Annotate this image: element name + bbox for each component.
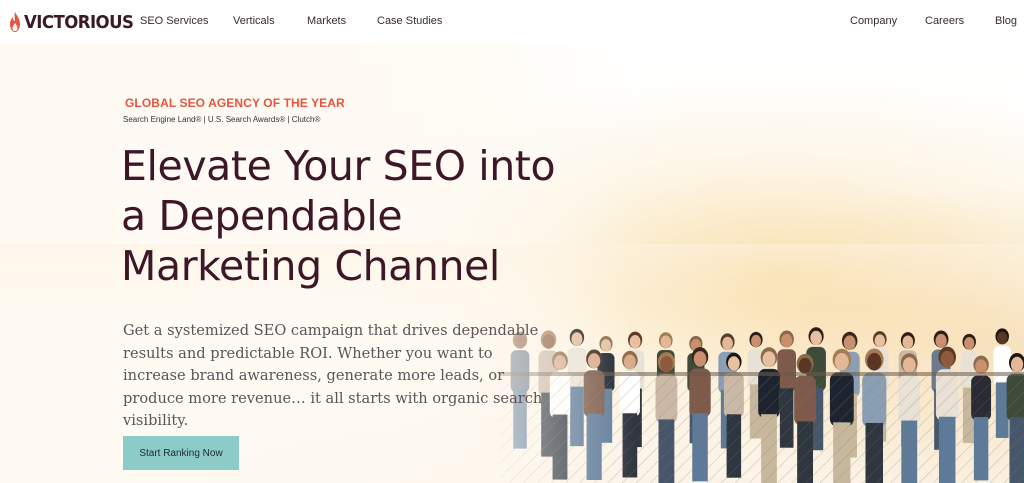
start-ranking-button[interactable]: Start Ranking Now xyxy=(123,436,239,470)
hero-headline: Elevate Your SEO into a Dependable Marke… xyxy=(121,141,591,291)
hero-section: GLOBAL SEO AGENCY OF THE YEAR Search Eng… xyxy=(0,44,1024,483)
headline-line-3: Marketing Channel xyxy=(121,242,500,290)
award-eyebrow: GLOBAL SEO AGENCY OF THE YEAR xyxy=(125,96,345,110)
nav-case-studies[interactable]: Case Studies xyxy=(377,15,442,27)
nav-careers[interactable]: Careers xyxy=(925,15,964,27)
headline-line-1: Elevate Your SEO into xyxy=(121,142,556,190)
award-sources: Search Engine Land® | U.S. Search Awards… xyxy=(123,115,321,124)
hero-description: Get a systemized SEO campaign that drive… xyxy=(123,322,543,429)
victorious-logo[interactable]: VICTORIOUS xyxy=(8,10,143,34)
flame-logo-icon xyxy=(10,12,20,32)
nav-markets[interactable]: Markets xyxy=(307,15,346,27)
nav-seo-services[interactable]: SEO Services xyxy=(140,15,208,27)
logo-wordmark: VICTORIOUS xyxy=(24,11,134,33)
nav-company[interactable]: Company xyxy=(850,15,897,27)
nav-blog[interactable]: Blog xyxy=(995,15,1017,27)
top-navigation: VICTORIOUS SEO Services Verticals Market… xyxy=(0,0,1024,44)
nav-verticals[interactable]: Verticals xyxy=(233,15,275,27)
headline-line-2: a Dependable xyxy=(121,192,403,240)
